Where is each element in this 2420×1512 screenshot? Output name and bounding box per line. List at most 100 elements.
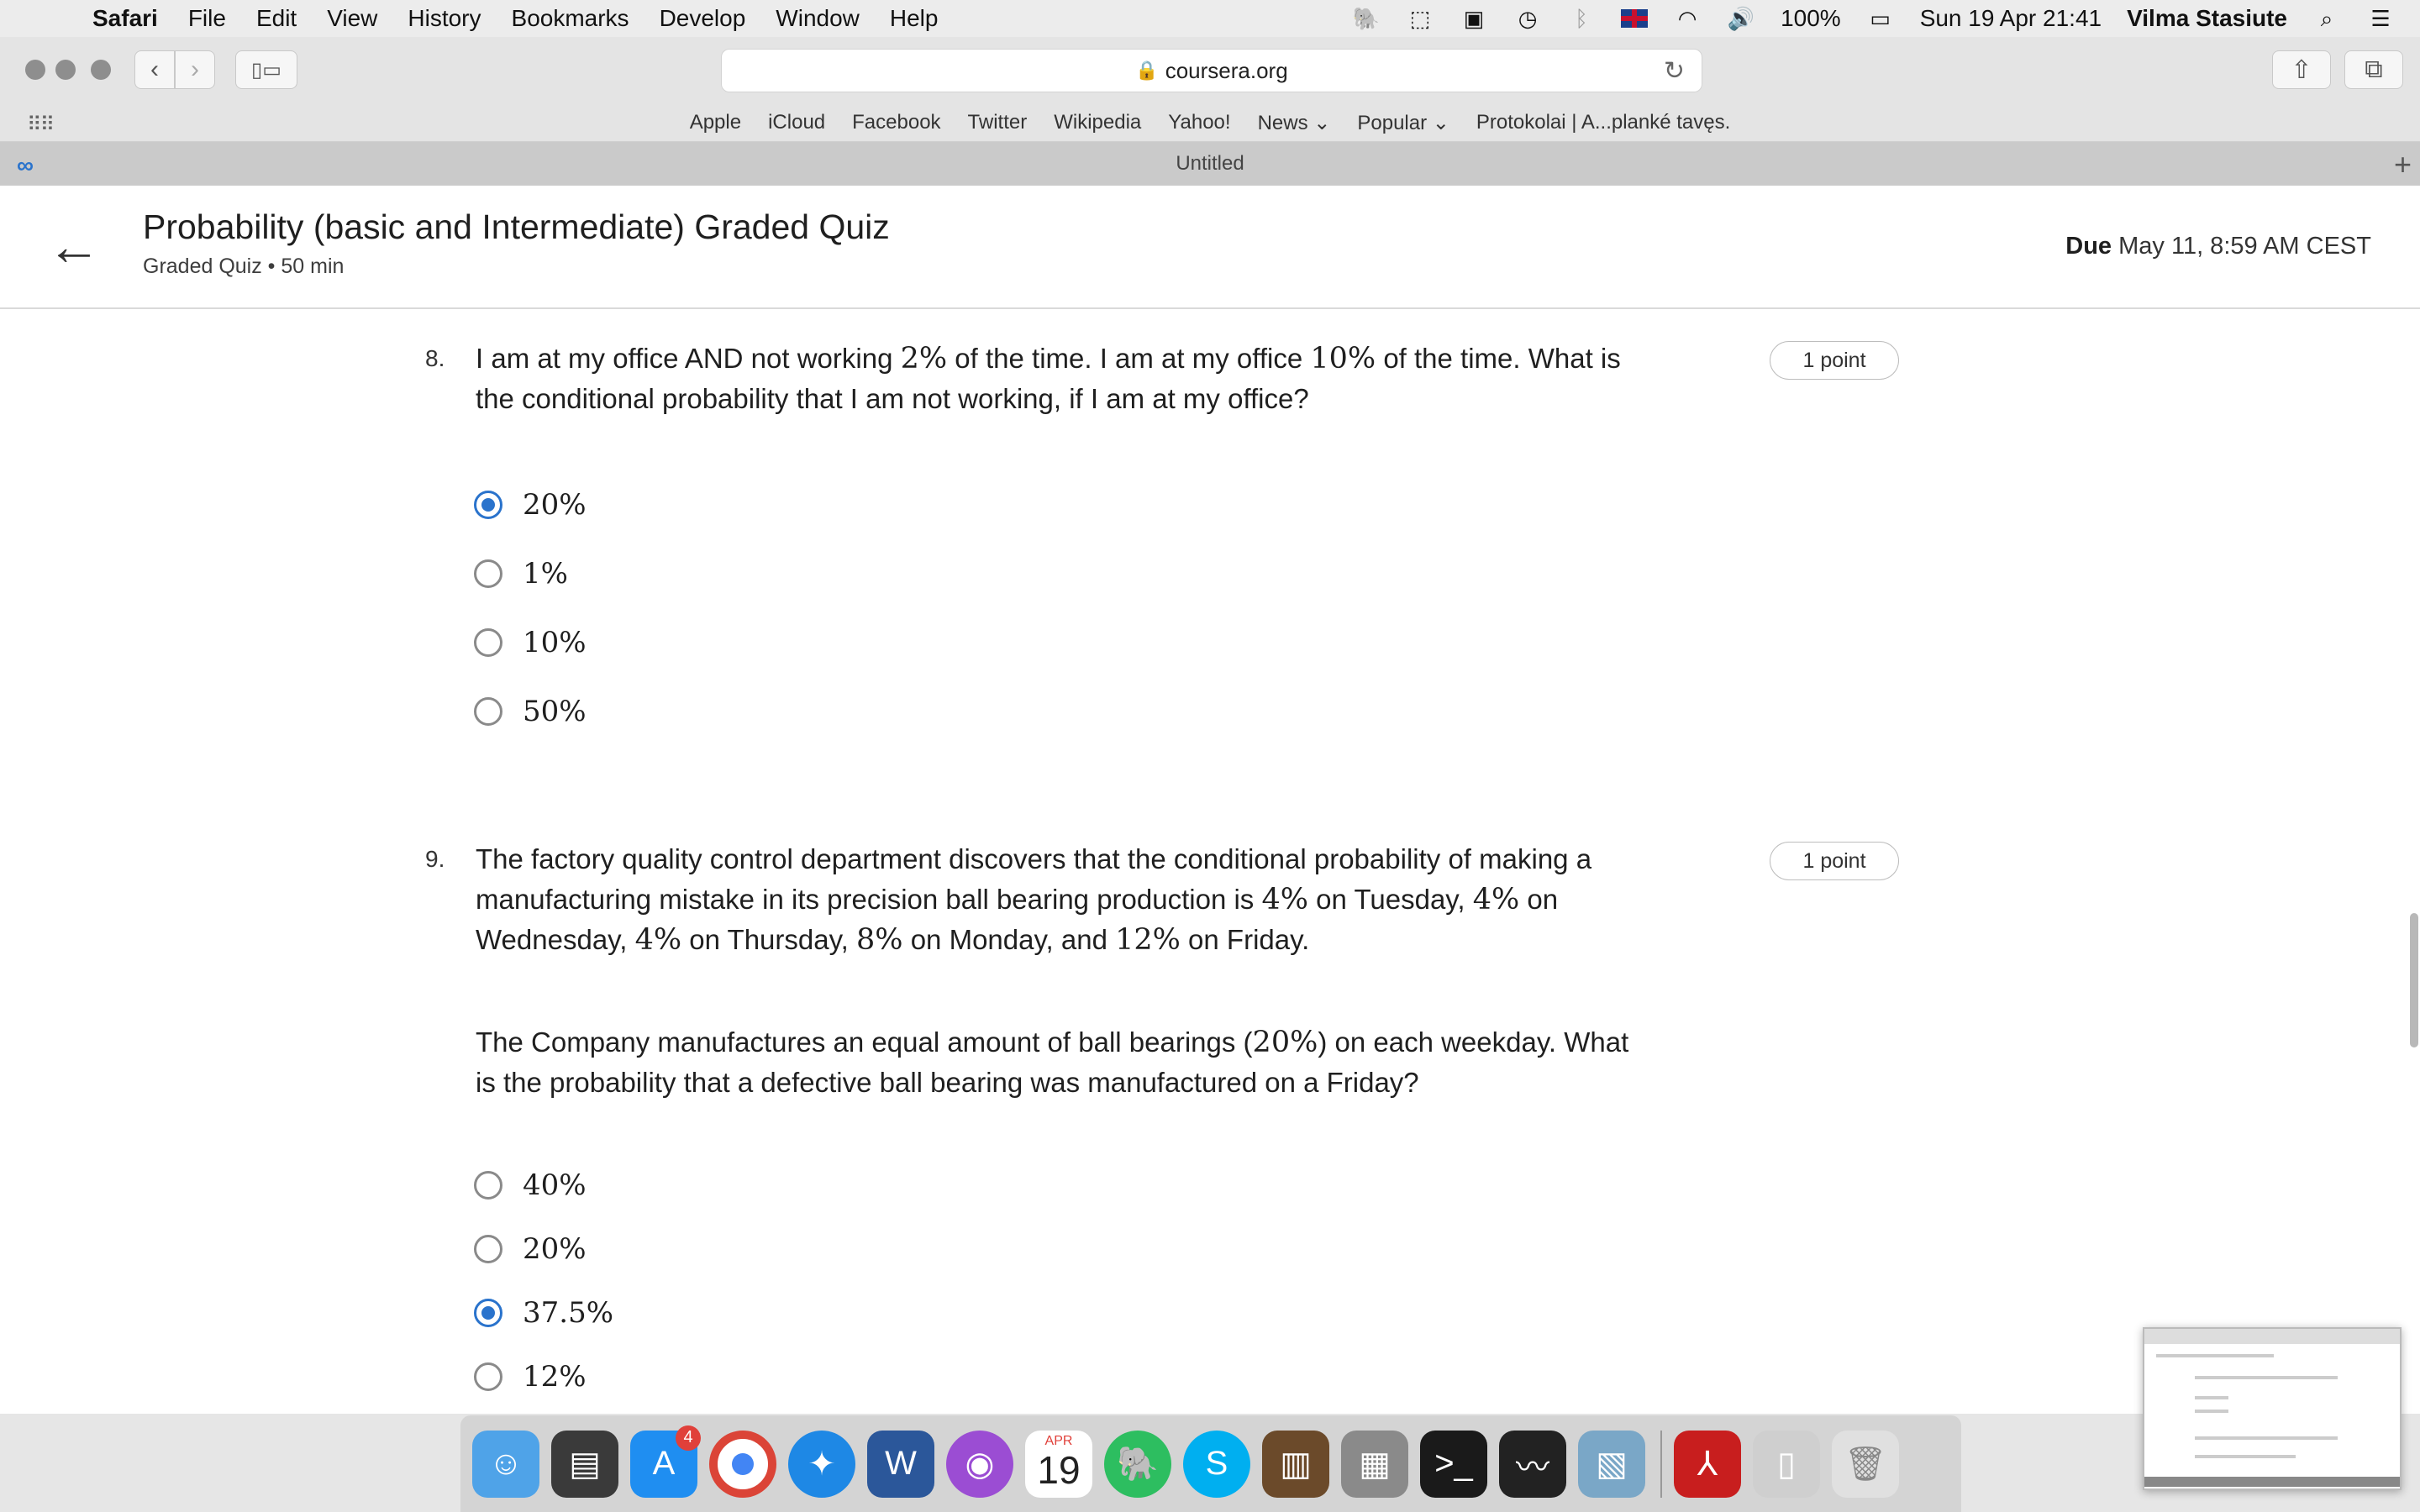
podcasts-icon[interactable]: ◉ [946, 1430, 1013, 1498]
radio-button[interactable] [474, 697, 502, 726]
minimize-window-button[interactable] [55, 60, 76, 80]
question-9-number: 9. [425, 846, 445, 872]
screenshot-thumbnail[interactable] [2143, 1327, 2402, 1490]
menu-window[interactable]: Window [776, 5, 860, 32]
calendar-icon[interactable]: APR 19 [1025, 1430, 1092, 1498]
favorite-twitter[interactable]: Twitter [968, 111, 1028, 134]
q9-option-2[interactable]: 20% [474, 1232, 587, 1266]
battery-percent[interactable]: 100% [1781, 5, 1841, 32]
user-name[interactable]: Vilma Stasiute [2127, 5, 2287, 32]
clock[interactable]: Sun 19 Apr 21:41 [1920, 5, 2102, 32]
battery-icon[interactable]: ▭ [1866, 6, 1895, 31]
menu-file[interactable]: File [188, 5, 226, 32]
q8-option-3[interactable]: 10% [474, 626, 587, 659]
tab-title[interactable]: Untitled [1176, 152, 1244, 176]
q9-option-1[interactable]: 40% [474, 1168, 587, 1202]
radio-button-checked[interactable] [474, 1299, 502, 1327]
terminal-icon[interactable]: >_ [1420, 1430, 1487, 1498]
radio-button[interactable] [474, 1362, 502, 1391]
grid-icon[interactable]: ⠿⠿ [27, 113, 55, 137]
favorite-apple[interactable]: Apple [690, 111, 741, 134]
tab-bar: ∞ Untitled + [0, 142, 2420, 186]
calculator-icon[interactable]: ▦ [1341, 1430, 1408, 1498]
q9-option-3[interactable]: 37.5% [474, 1296, 613, 1330]
browser-toolbar: ‹ › ▯▭ 🔒 coursera.org ↻ ⇧ ⧉ [0, 37, 2420, 105]
wifi-icon[interactable]: ◠ [1673, 6, 1702, 31]
lock-icon: 🔒 [1135, 60, 1159, 81]
back-arrow-icon[interactable]: ← [47, 219, 101, 273]
image-capture-icon[interactable]: ▤ [551, 1430, 618, 1498]
radio-button-checked[interactable] [474, 491, 502, 519]
option-label: 20% [523, 1232, 587, 1266]
q9-math-segment: 8% [856, 923, 903, 957]
menu-bookmarks[interactable]: Bookmarks [512, 5, 629, 32]
notification-center-icon[interactable]: ☰ [2366, 6, 2395, 31]
option-label: 20% [523, 488, 587, 522]
calendar-month: APR [1044, 1433, 1073, 1448]
zoom-window-button[interactable] [91, 60, 111, 80]
new-tab-icon[interactable]: + [2394, 147, 2412, 182]
reload-icon[interactable]: ↻ [1664, 56, 1685, 86]
share-button[interactable]: ⇧ [2272, 50, 2331, 89]
activity-monitor-icon[interactable]: 〰 [1499, 1430, 1566, 1498]
back-button[interactable]: ‹ [134, 50, 175, 89]
bluetooth-icon[interactable]: ᛒ [1567, 6, 1596, 31]
q8-option-1[interactable]: 20% [474, 488, 587, 522]
acrobat-icon[interactable]: ⅄ [1674, 1430, 1741, 1498]
q8-option-2[interactable]: 1% [474, 557, 568, 591]
menu-edit[interactable]: Edit [256, 5, 297, 32]
page-scrollbar[interactable] [2410, 913, 2418, 1047]
url-text: coursera.org [1165, 57, 1288, 83]
menu-view[interactable]: View [327, 5, 377, 32]
evernote-icon[interactable]: 🐘 [1104, 1430, 1171, 1498]
preview-icon[interactable]: ▧ [1578, 1430, 1645, 1498]
trash-icon[interactable]: 🗑 [1832, 1430, 1899, 1498]
radio-button[interactable] [474, 628, 502, 657]
question-8-number: 8. [425, 345, 445, 371]
favorite-news[interactable]: News ⌄ [1258, 111, 1331, 135]
menu-history[interactable]: History [408, 5, 481, 32]
thumbnail-dock [2144, 1477, 2400, 1487]
chrome-icon[interactable] [709, 1430, 776, 1498]
screenshot-status-icon[interactable]: ⬚ [1406, 6, 1434, 31]
document-icon[interactable]: ▯ [1753, 1430, 1820, 1498]
word-icon[interactable]: W [867, 1430, 934, 1498]
close-window-button[interactable] [25, 60, 45, 80]
calendar-day: 19 [1037, 1447, 1081, 1492]
input-source-flag-icon[interactable] [1621, 9, 1649, 28]
tab-overview-button[interactable]: ⧉ [2344, 50, 2403, 89]
favorite-protokolai[interactable]: Protokolai | A...planké tavęs. [1476, 111, 1730, 134]
time-machine-icon[interactable]: ◷ [1513, 6, 1542, 31]
radio-button[interactable] [474, 1235, 502, 1263]
sidebar-toggle-button[interactable]: ▯▭ [235, 50, 297, 89]
app-store-icon[interactable]: A4 [630, 1425, 701, 1498]
dock: ☺ ▤ A4 ✦ W ◉ APR 19 🐘 S ▥ ▦ >_ 〰 ▧ ⅄ ▯ 🗑 [460, 1415, 1961, 1512]
q8-text-segment: of the time. I am at my office [947, 343, 1311, 374]
q8-math-segment: 10% [1310, 342, 1376, 375]
option-label: 37.5% [523, 1296, 614, 1330]
skype-icon[interactable]: S [1183, 1430, 1250, 1498]
due-label: Due [2065, 233, 2112, 260]
q9-option-4[interactable]: 12% [474, 1360, 587, 1394]
volume-icon[interactable]: 🔊 [1727, 6, 1755, 31]
finder-icon[interactable]: ☺ [472, 1430, 539, 1498]
spotlight-search-icon[interactable]: ⌕ [2312, 6, 2341, 31]
radio-button[interactable] [474, 559, 502, 588]
favorite-icloud[interactable]: iCloud [768, 111, 825, 134]
favorite-facebook[interactable]: Facebook [852, 111, 940, 134]
radio-button[interactable] [474, 1171, 502, 1200]
menu-help[interactable]: Help [890, 5, 939, 32]
favorite-popular[interactable]: Popular ⌄ [1357, 111, 1449, 135]
q8-option-4[interactable]: 50% [474, 695, 587, 728]
calibre-icon[interactable]: ▥ [1262, 1430, 1329, 1498]
favorite-wikipedia[interactable]: Wikipedia [1054, 111, 1141, 134]
accessibility-status-icon[interactable]: ▣ [1460, 6, 1488, 31]
safari-icon[interactable]: ✦ [788, 1430, 855, 1498]
menu-develop[interactable]: Develop [660, 5, 746, 32]
evernote-status-icon[interactable]: 🐘 [1352, 6, 1381, 31]
favorite-yahoo[interactable]: Yahoo! [1168, 111, 1230, 134]
q9-text-segment: on Thursday, [681, 924, 856, 955]
address-bar[interactable]: 🔒 coursera.org ↻ [721, 49, 1702, 92]
forward-button[interactable]: › [175, 50, 215, 89]
menu-app-name[interactable]: Safari [92, 5, 158, 32]
